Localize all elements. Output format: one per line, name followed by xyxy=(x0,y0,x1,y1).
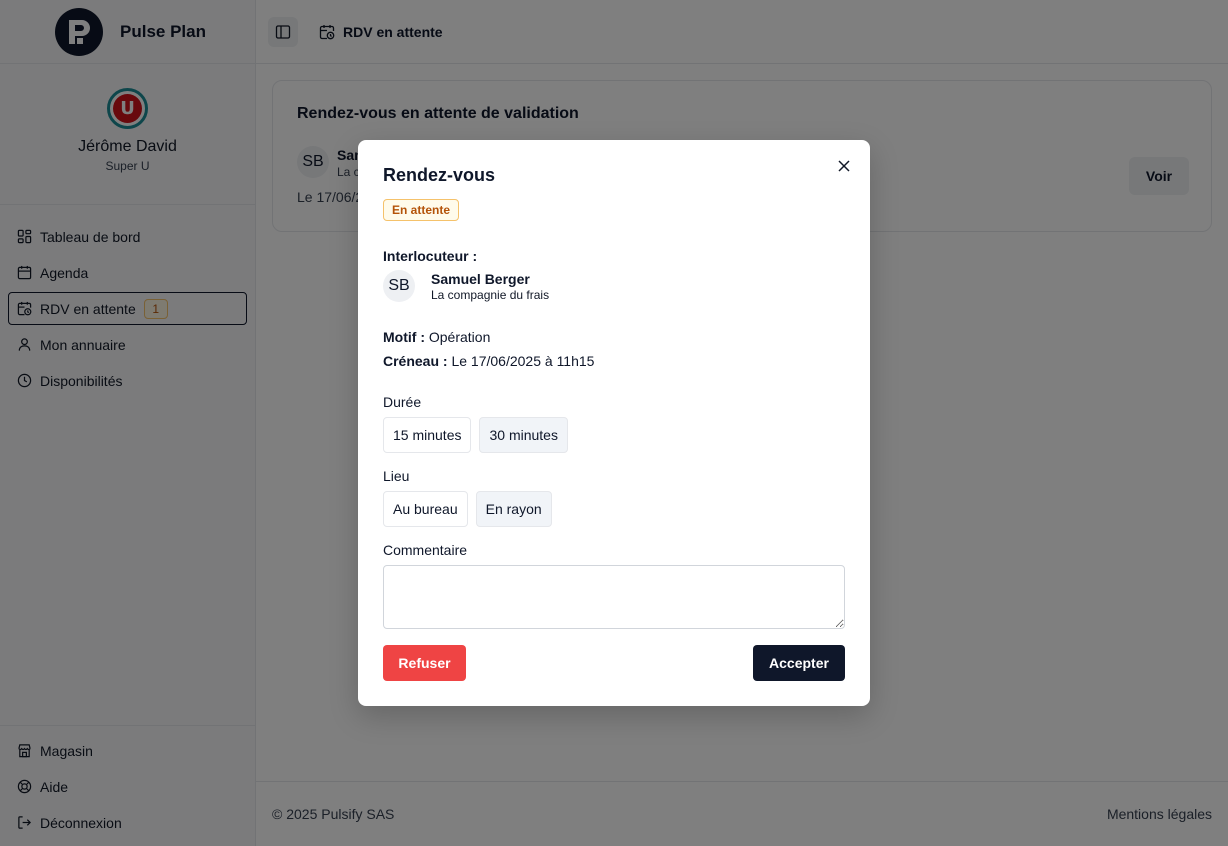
avatar: SB xyxy=(383,270,415,302)
duration-label: Durée xyxy=(383,394,422,410)
close-button[interactable] xyxy=(836,158,852,174)
interlocutor-company: La compagnie du frais xyxy=(431,288,550,302)
place-option-bureau[interactable]: Au bureau xyxy=(383,491,468,527)
duration-option-15[interactable]: 15 minutes xyxy=(383,417,472,453)
interlocutor-name: Samuel Berger xyxy=(431,271,530,287)
slot-line: Créneau : Le 17/06/2025 à 11h15 xyxy=(383,353,594,369)
interlocutor-label: Interlocuteur : xyxy=(383,248,478,264)
duration-options: 15 minutes 30 minutes xyxy=(383,417,568,453)
motif-label: Motif : xyxy=(383,329,425,345)
place-option-rayon[interactable]: En rayon xyxy=(475,491,552,527)
place-label: Lieu xyxy=(383,468,410,484)
close-icon xyxy=(838,160,850,172)
duration-option-30[interactable]: 30 minutes xyxy=(479,417,568,453)
appointment-dialog: Rendez-vous En attente Interlocuteur : S… xyxy=(358,140,870,706)
status-badge: En attente xyxy=(383,199,460,221)
slot-label: Créneau : xyxy=(383,353,448,369)
comment-label: Commentaire xyxy=(383,542,468,558)
dialog-title: Rendez-vous xyxy=(383,165,496,185)
place-options: Au bureau En rayon xyxy=(383,491,552,527)
motif-value: Opération xyxy=(428,329,491,345)
refuse-button[interactable]: Refuser xyxy=(383,645,466,681)
slot-value: Le 17/06/2025 à 11h15 xyxy=(451,353,595,369)
motif-line: Motif : Opération xyxy=(383,329,490,345)
comment-textarea[interactable] xyxy=(383,565,845,629)
accept-button[interactable]: Accepter xyxy=(753,645,845,681)
